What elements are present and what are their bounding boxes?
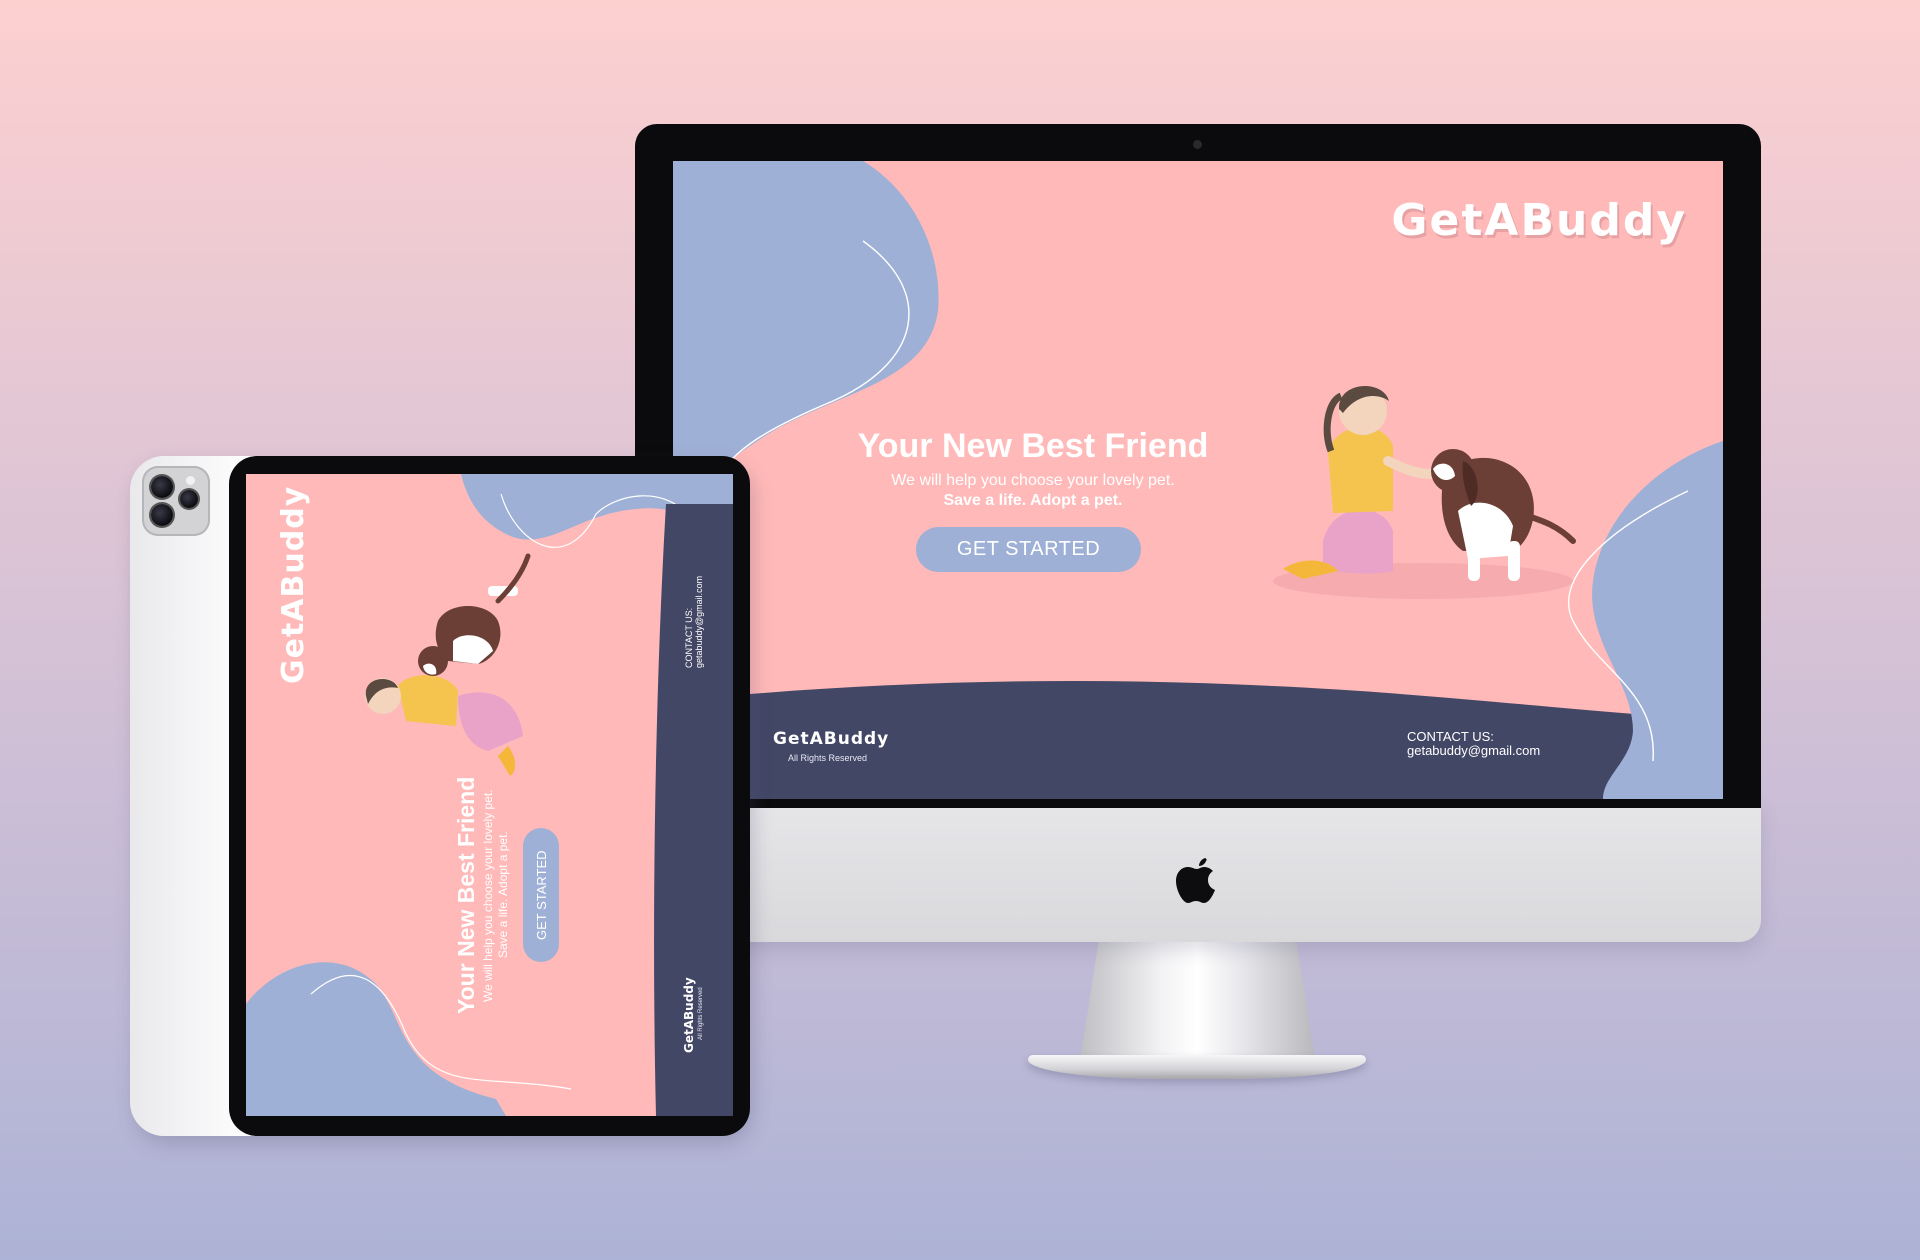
hero-illustration: [1273, 386, 1576, 599]
contact-label: CONTACT US:: [684, 607, 694, 668]
brand-logo[interactable]: GetABuddy: [1391, 195, 1687, 246]
get-started-label: GET STARTED: [534, 850, 549, 940]
get-started-button[interactable]: GET STARTED: [916, 527, 1141, 572]
hero-subtitle: We will help you choose your lovely pet.: [481, 789, 495, 1002]
footer-brand[interactable]: GetABuddy: [682, 977, 696, 1053]
hero-subtitle: We will help you choose your lovely pet.: [891, 472, 1175, 489]
camera-lens-icon: [180, 490, 198, 508]
hero-tagline: Save a life. Adopt a pet.: [496, 831, 510, 958]
get-started-button[interactable]: GET STARTED: [523, 828, 559, 962]
camera-lens-icon: [151, 504, 173, 526]
imac-chin: [635, 800, 1761, 942]
camera-flash-icon: [186, 476, 195, 485]
tablet-landing-page: GetABuddy Your New Best Friend We will h…: [246, 474, 733, 1116]
webcam-icon: [1193, 140, 1202, 149]
apple-logo-icon: [1176, 858, 1215, 903]
imac-stand-base: [1028, 1055, 1366, 1079]
imac-stand-neck: [1080, 940, 1315, 1060]
hero-title: Your New Best Friend: [857, 427, 1209, 465]
contact-email-link[interactable]: getabuddy@gmail.com: [694, 576, 704, 668]
contact-email-link[interactable]: getabuddy@gmail.com: [1407, 743, 1540, 758]
camera-lens-icon: [151, 476, 173, 498]
footer-rights: All Rights Reserved: [788, 753, 868, 763]
hero-illustration: [365, 553, 531, 776]
footer-rights: All Rights Reserved: [698, 987, 704, 1040]
ipad-camera-module: [142, 466, 210, 536]
hero-title: Your New Best Friend: [453, 776, 479, 1014]
contact-label: CONTACT US:: [1407, 729, 1494, 744]
desktop-landing-page: GetABuddy Your New Best Friend We will h…: [673, 161, 1723, 799]
hero-tagline: Save a life. Adopt a pet.: [943, 492, 1123, 509]
brand-logo[interactable]: GetABuddy: [276, 486, 311, 684]
footer-brand[interactable]: GetABuddy: [773, 729, 889, 749]
